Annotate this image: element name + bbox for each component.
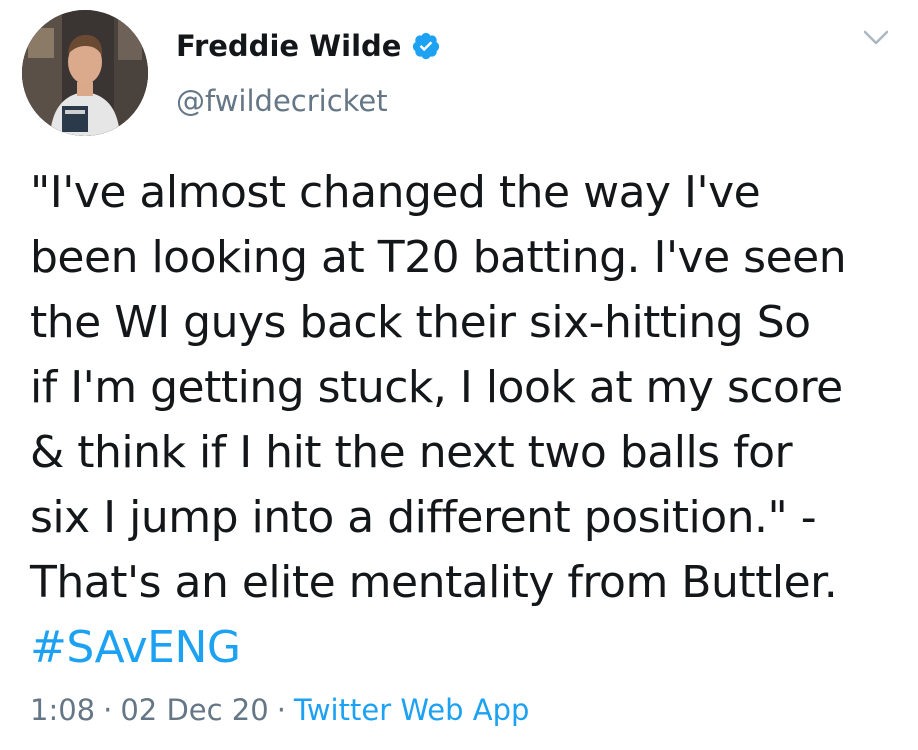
tweet-time[interactable]: 1:08 bbox=[30, 690, 95, 730]
avatar-photo bbox=[22, 10, 148, 136]
chevron-down-icon[interactable] bbox=[862, 28, 890, 48]
meta-separator: · bbox=[103, 693, 113, 727]
author-handle[interactable]: @fwildecricket bbox=[176, 84, 388, 118]
verified-badge-icon bbox=[411, 31, 441, 61]
tweet-card: Freddie Wilde @fwildecricket "I've almos… bbox=[0, 0, 918, 750]
tweet-text: "I've almost changed the way I've been l… bbox=[30, 167, 847, 608]
tweet-meta: 1:08 · 02 Dec 20 · Twitter Web App bbox=[30, 690, 529, 730]
hashtag-link[interactable]: #SAvENG bbox=[30, 615, 241, 680]
meta-separator: · bbox=[276, 693, 286, 727]
avatar[interactable] bbox=[22, 10, 148, 136]
tweet-date[interactable]: 02 Dec 20 bbox=[120, 690, 268, 730]
author-name[interactable]: Freddie Wilde bbox=[176, 29, 401, 63]
tweet-source-link[interactable]: Twitter Web App bbox=[294, 690, 530, 730]
author-row: Freddie Wilde bbox=[176, 26, 441, 66]
